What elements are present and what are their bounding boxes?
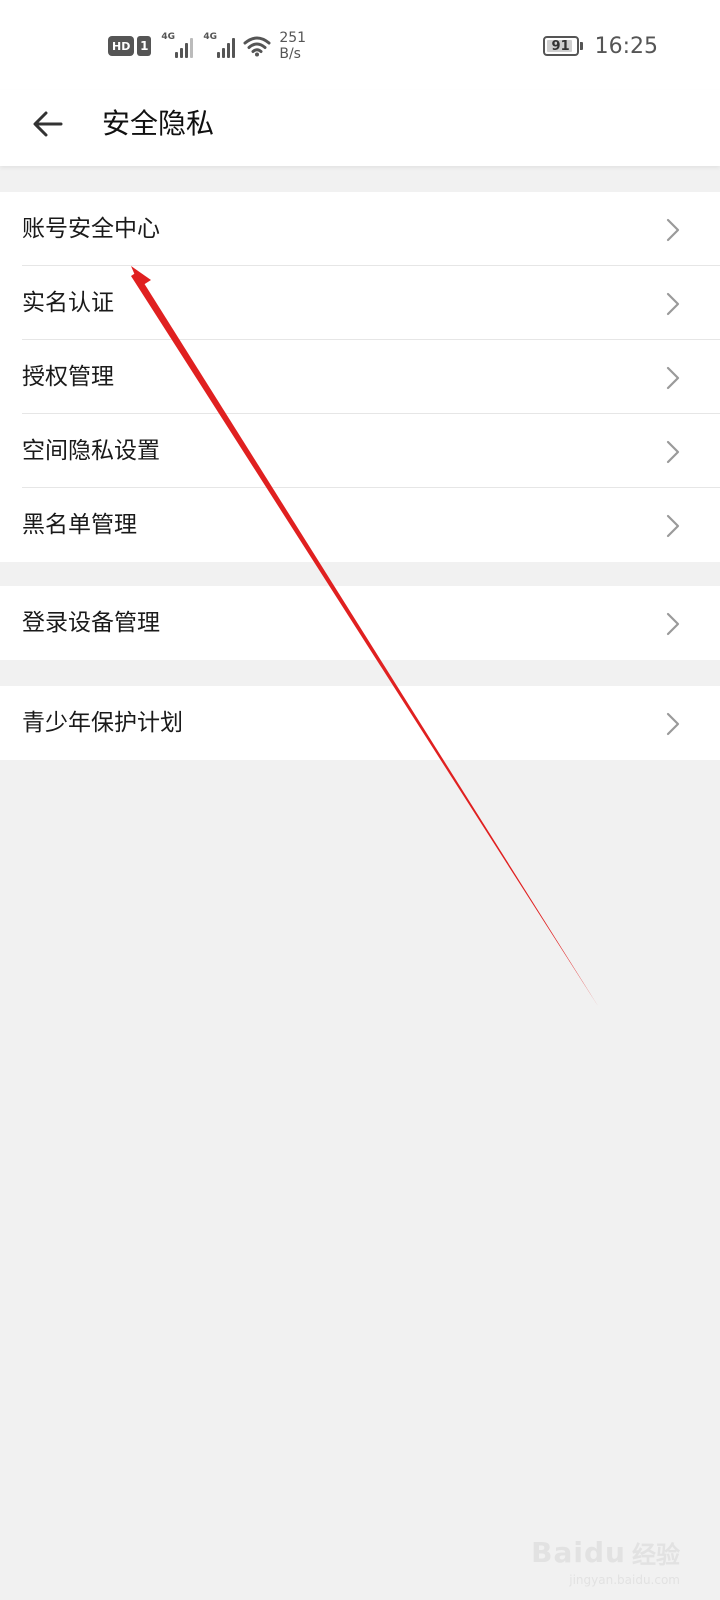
list-item-account-security-center[interactable]: 账号安全中心 <box>0 192 720 266</box>
status-right: 91 16:25 <box>542 30 658 62</box>
signal-icon: 4G <box>161 32 194 58</box>
chevron-right-icon <box>666 292 680 316</box>
network-speed: 251 B/s <box>279 30 306 62</box>
hd-icon: HD <box>108 36 135 56</box>
sim-icon: 1 <box>137 36 152 56</box>
page-title: 安全隐私 <box>102 107 215 140</box>
settings-group-devices: 登录设备管理 <box>0 586 720 660</box>
list-item-label: 登录设备管理 <box>22 610 160 636</box>
chevron-right-icon <box>666 440 680 464</box>
chevron-right-icon <box>666 514 680 538</box>
clock: 16:25 <box>594 33 658 59</box>
status-bar: HD 1 4G 4G 251 B/s 91 16:25 <box>0 0 720 90</box>
list-item-label: 青少年保护计划 <box>22 710 183 736</box>
network-speed-unit: B/s <box>279 46 301 62</box>
wifi-icon <box>243 36 271 57</box>
list-item-label: 授权管理 <box>22 364 114 390</box>
watermark-logo: Bai du 经验 jingyan.baidu.com <box>531 1535 680 1587</box>
list-item-youth-protection-plan[interactable]: 青少年保护计划 <box>0 686 720 760</box>
chevron-right-icon <box>666 366 680 390</box>
app-header: 安全隐私 <box>0 90 720 166</box>
signal-icon: 4G <box>203 32 236 58</box>
watermark-text: Bai <box>531 1536 585 1569</box>
list-item-label: 实名认证 <box>22 290 114 316</box>
battery-tip <box>579 42 583 50</box>
list-item-login-device-management[interactable]: 登录设备管理 <box>0 586 720 660</box>
watermark-cn-text: 经验 <box>632 1541 680 1569</box>
settings-group-youth: 青少年保护计划 <box>0 686 720 760</box>
chevron-right-icon <box>666 218 680 242</box>
arrow-left-icon <box>33 111 63 137</box>
chevron-right-icon <box>666 612 680 636</box>
watermark-url: jingyan.baidu.com <box>569 1573 680 1587</box>
list-item-label: 账号安全中心 <box>22 216 160 242</box>
list-item-label: 黑名单管理 <box>22 512 137 538</box>
list-item-space-privacy-settings[interactable]: 空间隐私设置 <box>0 414 720 488</box>
battery-level: 91 <box>551 38 570 54</box>
battery-icon: 91 <box>542 36 579 56</box>
screen: HD 1 4G 4G 251 B/s 91 16:25 安全隐私 账号安全中心 … <box>0 0 720 1600</box>
list-item-real-name-verification[interactable]: 实名认证 <box>0 266 720 340</box>
list-item-blacklist-management[interactable]: 黑名单管理 <box>0 488 720 562</box>
watermark-paw-text: du <box>584 1536 626 1569</box>
chevron-right-icon <box>666 712 680 736</box>
list-item-label: 空间隐私设置 <box>22 438 160 464</box>
list-item-authorization-management[interactable]: 授权管理 <box>0 340 720 414</box>
signal-type-label: 4G <box>203 32 217 42</box>
signal-type-label: 4G <box>161 32 175 42</box>
status-left: HD 1 4G 4G 251 B/s <box>108 30 306 62</box>
back-button[interactable] <box>28 104 68 144</box>
network-speed-value: 251 <box>279 30 307 46</box>
settings-group-security: 账号安全中心 实名认证 授权管理 空间隐私设置 黑名单管理 <box>0 192 720 562</box>
